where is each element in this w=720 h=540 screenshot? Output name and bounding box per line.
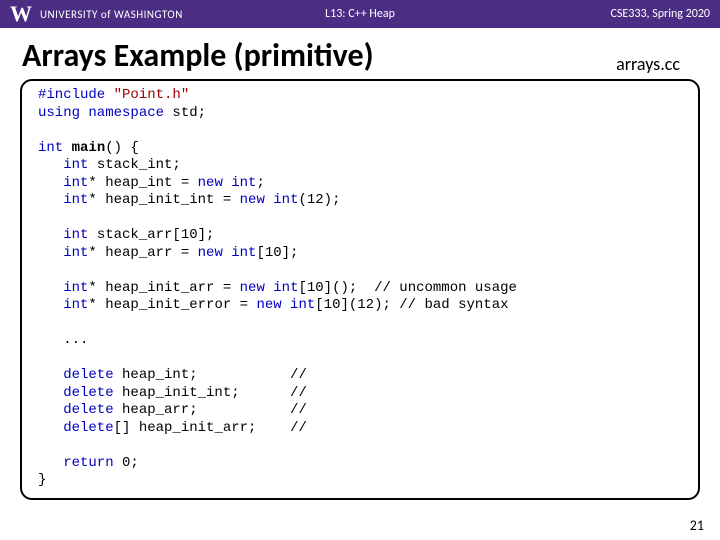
code: ... [38,332,88,348]
code: delete [38,420,114,436]
code: delete [38,402,122,418]
code: new int [256,297,315,313]
slide-number: 21 [690,517,704,534]
code: int [38,297,88,313]
university-name: UNIVERSITY of WASHINGTON [40,8,183,21]
code: "Point.h" [114,87,190,103]
code: int [38,192,88,208]
code: delete [38,385,122,401]
code: (12); [298,192,340,208]
code: [10](); [298,280,374,296]
code: [] heap_init_arr; [114,420,290,436]
code: int [38,157,97,173]
code: () { [105,140,139,156]
code: int [38,227,97,243]
code: int [38,280,88,296]
code: new int [240,280,299,296]
code: [10](12); [315,297,399,313]
code: stack_int; [97,157,181,173]
code: int [38,175,88,191]
code: stack_arr[10]; [97,227,215,243]
code: // uncommon usage [374,280,517,296]
code: heap_int; [122,367,290,383]
code: new int [198,175,257,191]
code: main [72,140,106,156]
code-box: #include "Point.h" using namespace std; … [20,79,700,500]
code: std; [172,105,206,121]
top-bar: W UNIVERSITY of WASHINGTON L13: C++ Heap… [0,0,720,28]
code: heap_arr; [122,402,290,418]
code: * heap_arr = [88,245,197,261]
code: 0; [122,455,139,471]
code: using namespace [38,105,172,121]
code: int [38,140,72,156]
code: // [290,385,307,401]
code: heap_init_int; [122,385,290,401]
code: ; [256,175,264,191]
code: // [290,402,307,418]
code: delete [38,367,122,383]
code: // [290,367,307,383]
code: #include [38,87,114,103]
course-label: CSE333, Spring 2020 [611,7,710,21]
code: new int [240,192,299,208]
code: * heap_init_int = [88,192,239,208]
lecture-label: L13: C++ Heap [325,7,395,21]
uw-logo: W [10,3,32,25]
code: * heap_init_arr = [88,280,239,296]
code: [10]; [256,245,298,261]
code: int [38,245,88,261]
code: // bad syntax [399,297,508,313]
code: * heap_init_error = [88,297,256,313]
code: // [290,420,307,436]
code: new int [198,245,257,261]
code: return [38,455,122,471]
code: * heap_int = [88,175,197,191]
code: } [38,472,46,488]
